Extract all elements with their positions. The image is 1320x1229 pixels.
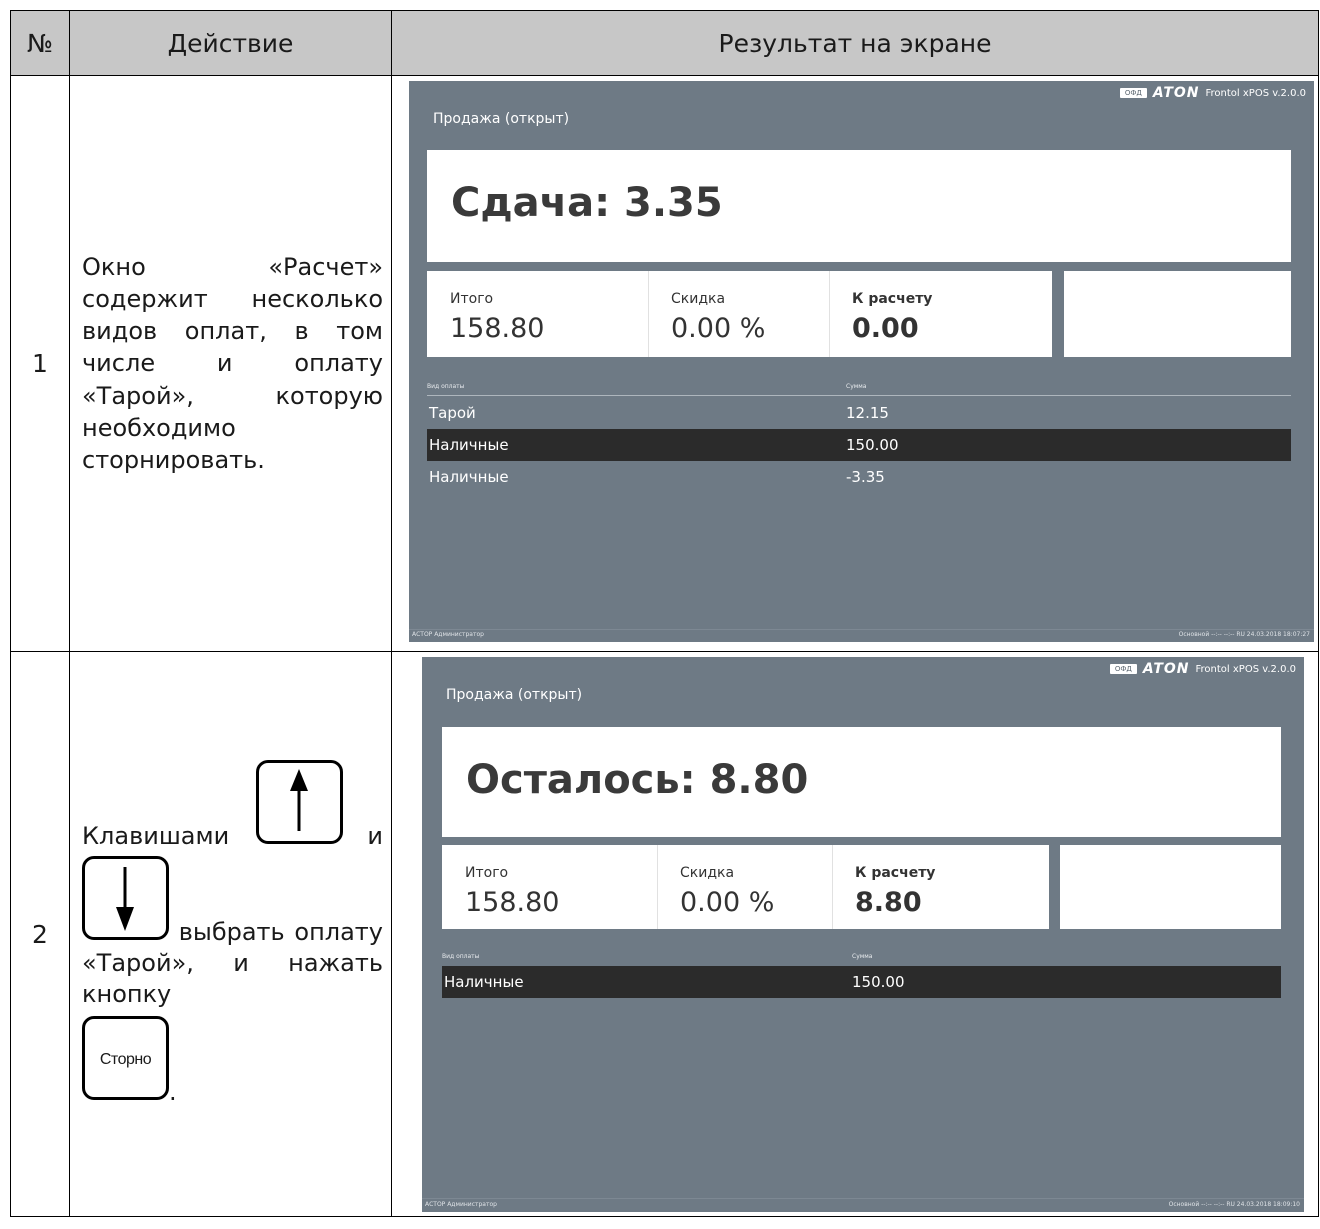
version-label: Frontol xPOS v.2.0.0 — [1195, 663, 1296, 675]
row-number: 2 — [10, 651, 70, 1217]
due-cell: К расчету 0.00 — [829, 271, 1052, 357]
action-cell: Клавишами и выбрать оплату «Тарой», и на… — [69, 651, 392, 1217]
action-text: Окно «Расчет» содержит несколько видов о… — [82, 252, 383, 474]
result-cell: ОФД ATON Frontol xPOS v.2.0.0 Продажа (о… — [391, 75, 1319, 652]
payment-sum: 150.00 — [846, 436, 899, 454]
due-label: К расчету — [855, 865, 936, 881]
column-header-sum: Сумма — [852, 953, 873, 960]
footer-status: Основной --:-- --:-- RU 24.03.2018 18:09… — [1168, 1201, 1300, 1208]
total-value: 158.80 — [450, 313, 545, 344]
total-cell: Итого 158.80 — [442, 845, 658, 929]
discount-value: 0.00 % — [680, 887, 775, 918]
payment-row[interactable]: Наличные -3.35 — [427, 461, 1291, 493]
top-bar: ОФД ATON Frontol xPOS v.2.0.0 — [1109, 661, 1296, 677]
pos-screen: ОФД ATON Frontol xPOS v.2.0.0 Продажа (о… — [422, 657, 1304, 1212]
change-amount: Сдача: 3.35 — [451, 180, 723, 226]
result-cell: ОФД ATON Frontol xPOS v.2.0.0 Продажа (о… — [391, 651, 1319, 1217]
payment-type: Тарой — [429, 404, 476, 422]
due-cell: К расчету 8.80 — [832, 845, 1049, 929]
discount-label: Скидка — [671, 291, 726, 307]
ofd-badge: ОФД — [1119, 88, 1147, 98]
due-value: 8.80 — [855, 887, 922, 918]
action-cell: Окно «Расчет» содержит несколько видов о… — [69, 75, 392, 652]
version-label: Frontol xPOS v.2.0.0 — [1205, 87, 1306, 99]
storno-key-label: Сторно — [99, 1051, 152, 1069]
payment-sum: -3.35 — [846, 468, 885, 486]
pos-screen: ОФД ATON Frontol xPOS v.2.0.0 Продажа (о… — [409, 81, 1314, 642]
row-number: 1 — [10, 75, 70, 652]
remaining-amount: Осталось: 8.80 — [466, 757, 809, 803]
footer-divider — [422, 1198, 1304, 1199]
total-label: Итого — [465, 865, 509, 881]
action-text: Клавишами и выбрать оплату «Тарой», и на… — [70, 759, 391, 1109]
instruction-table: № Действие Результат на экране 1 Окно «Р… — [10, 10, 1319, 1217]
extra-panel — [1060, 845, 1281, 929]
total-label: Итого — [450, 291, 494, 307]
discount-label: Скидка — [680, 865, 735, 881]
due-label: К расчету — [852, 291, 933, 307]
storno-key-icon: Сторно — [82, 1016, 169, 1101]
payment-sum: 150.00 — [852, 973, 905, 991]
totals-panel: Итого 158.80 Скидка 0.00 % К расчету 0.0… — [427, 271, 1052, 357]
table-row: 1 Окно «Расчет» содержит несколько видов… — [10, 75, 1319, 652]
action-text-part: и — [367, 821, 383, 850]
totals-panel: Итого 158.80 Скидка 0.00 % К расчету 8.8… — [442, 845, 1049, 929]
discount-cell: Скидка 0.00 % — [657, 845, 833, 929]
footer-status: Основной --:-- --:-- RU 24.03.2018 18:07… — [1178, 631, 1310, 638]
ofd-badge: ОФД — [1109, 664, 1137, 674]
discount-value: 0.00 % — [671, 313, 766, 344]
receipt-status: Продажа (открыт) — [446, 687, 583, 703]
footer-user: АСТОР Администратор — [412, 631, 484, 638]
table-header-row: № Действие Результат на экране — [10, 10, 1319, 76]
header-action: Действие — [69, 10, 392, 76]
payment-type: Наличные — [444, 973, 524, 991]
discount-cell: Скидка 0.00 % — [648, 271, 830, 357]
header-number: № — [10, 10, 70, 76]
footer-divider — [409, 629, 1314, 630]
footer-user: АСТОР Администратор — [425, 1201, 497, 1208]
top-bar: ОФД ATON Frontol xPOS v.2.0.0 — [1119, 85, 1306, 101]
action-text-part: Клавишами — [82, 821, 230, 850]
payment-type: Наличные — [429, 468, 509, 486]
change-panel: Сдача: 3.35 — [427, 150, 1291, 262]
aton-logo: ATON — [1152, 85, 1200, 101]
payment-type: Наличные — [429, 436, 509, 454]
table-row: 2 Клавишами и выбрать оплату «Тарой», и … — [10, 651, 1319, 1217]
column-header-type: Вид оплаты — [442, 953, 480, 960]
header-result: Результат на экране — [391, 10, 1319, 76]
due-value: 0.00 — [852, 313, 919, 344]
extra-panel — [1064, 271, 1291, 357]
receipt-status: Продажа (открыт) — [433, 111, 570, 127]
payment-row[interactable]: Тарой 12.15 — [427, 397, 1291, 429]
header-divider — [427, 395, 1291, 396]
total-value: 158.80 — [465, 887, 560, 918]
payment-sum: 12.15 — [846, 404, 889, 422]
action-text-part: . — [169, 1078, 177, 1107]
aton-logo: ATON — [1142, 661, 1190, 677]
column-header-sum: Сумма — [846, 383, 867, 390]
total-cell: Итого 158.80 — [427, 271, 649, 357]
arrow-down-key-icon — [82, 855, 169, 940]
payment-row-selected[interactable]: Наличные 150.00 — [442, 966, 1281, 998]
payment-row-selected[interactable]: Наличные 150.00 — [427, 429, 1291, 461]
column-header-type: Вид оплаты — [427, 383, 465, 390]
arrow-up-key-icon — [256, 759, 344, 844]
remaining-panel: Осталось: 8.80 — [442, 727, 1281, 837]
